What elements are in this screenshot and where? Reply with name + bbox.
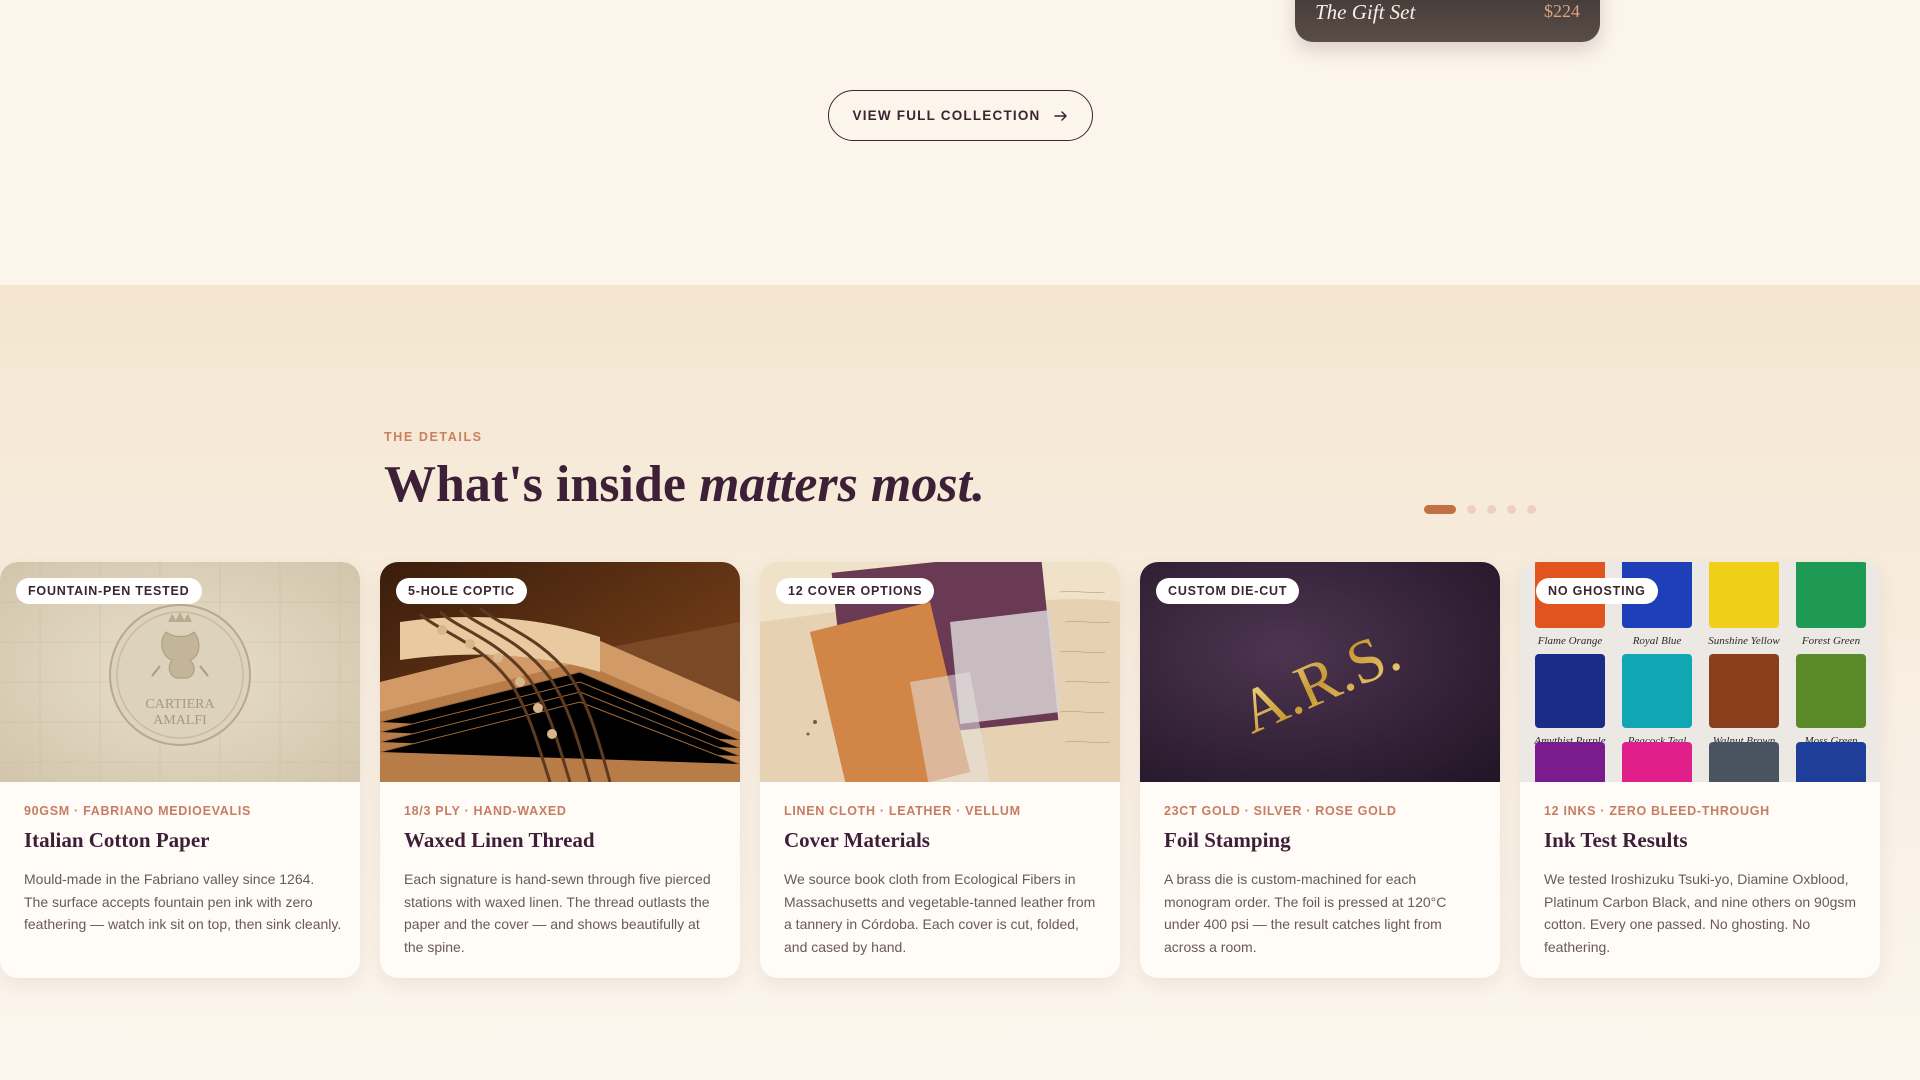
ink-swatch bbox=[1709, 562, 1779, 628]
heading-plain: What's inside bbox=[384, 456, 699, 513]
card-description: We source book cloth from Ecological Fib… bbox=[784, 871, 1096, 955]
card-description: Mould-made in the Fabriano valley since … bbox=[24, 871, 342, 932]
seal-text-line2: AMALFI bbox=[153, 713, 207, 728]
card-description: Each signature is hand-sewn through five… bbox=[404, 871, 711, 955]
gift-set-card[interactable]: The Gift Set $224 bbox=[1295, 0, 1600, 42]
ink-swatch-label: Royal Blue bbox=[1632, 635, 1682, 647]
card-meta: 90GSM · FABRIANO MEDIOEVALIS bbox=[24, 804, 252, 818]
arrow-right-icon bbox=[1053, 110, 1067, 121]
card-badge: 5-HOLE COPTIC bbox=[396, 578, 527, 604]
section-eyebrow: THE DETAILS bbox=[384, 430, 483, 444]
card-description: We tested Iroshizuku Tsuki-yo, Diamine O… bbox=[1544, 871, 1857, 955]
ink-swatch-label: Flame Orange bbox=[1537, 635, 1603, 647]
detail-card-ink[interactable]: Flame Orange Royal Blue Sunshine Yellow For… bbox=[1520, 562, 1880, 978]
ink-swatch-label: Forest Green bbox=[1801, 635, 1861, 647]
collection-section: The Gift Set $224 VIEW FULL COLLECTION bbox=[0, 0, 1920, 285]
detail-card-paper[interactable]: CARTIERA AMALFI FOUNTAIN-PEN TESTED 90GS… bbox=[0, 562, 360, 978]
card-title: Cover Materials bbox=[784, 828, 930, 852]
card-title: Italian Cotton Paper bbox=[24, 828, 210, 852]
detail-card-foil[interactable]: A.R.S. CUSTOM DIE-CUT 23CT GOLD · SILVER… bbox=[1140, 562, 1500, 978]
details-section: THE DETAILS What's inside matters most. bbox=[0, 285, 1920, 1080]
ink-swatch bbox=[1709, 742, 1779, 782]
card-meta: 23CT GOLD · SILVER · ROSE GOLD bbox=[1164, 804, 1397, 818]
ink-swatch bbox=[1796, 562, 1866, 628]
ink-swatch bbox=[1535, 654, 1605, 728]
card-title: Waxed Linen Thread bbox=[404, 828, 595, 852]
carousel-dot-1[interactable] bbox=[1424, 505, 1456, 514]
ink-swatch bbox=[1535, 742, 1605, 782]
card-meta: 12 INKS · ZERO BLEED-THROUGH bbox=[1544, 804, 1770, 818]
ink-swatch bbox=[1622, 742, 1692, 782]
detail-card-covers[interactable]: 12 COVER OPTIONS LINEN CLOTH · LEATHER ·… bbox=[760, 562, 1120, 978]
gift-set-price: $224 bbox=[1544, 1, 1580, 21]
card-meta: 18/3 PLY · HAND-WAXED bbox=[404, 804, 567, 818]
card-badge: 12 COVER OPTIONS bbox=[776, 578, 935, 604]
carousel-pagination bbox=[1424, 505, 1536, 514]
details-carousel: CARTIERA AMALFI FOUNTAIN-PEN TESTED 90GS… bbox=[0, 562, 1920, 982]
card-description: A brass die is custom-machined for each … bbox=[1164, 871, 1447, 955]
ink-swatch-label: Sunshine Yellow bbox=[1708, 635, 1780, 647]
gift-set-title: The Gift Set bbox=[1315, 0, 1416, 24]
carousel-dot-5[interactable] bbox=[1527, 505, 1536, 514]
heading-italic: matters most. bbox=[698, 456, 986, 513]
card-badge: NO GHOSTING bbox=[1536, 578, 1658, 604]
card-badge: CUSTOM DIE-CUT bbox=[1156, 578, 1300, 604]
ink-swatch bbox=[1622, 654, 1692, 728]
ink-swatch bbox=[1796, 742, 1866, 782]
ink-swatch bbox=[1796, 654, 1866, 728]
card-title: Ink Test Results bbox=[1544, 828, 1688, 852]
carousel-dot-4[interactable] bbox=[1507, 505, 1516, 514]
section-heading: What's inside matters most. bbox=[384, 455, 985, 514]
card-badge: FOUNTAIN-PEN TESTED bbox=[16, 578, 202, 604]
view-full-collection-label: VIEW FULL COLLECTION bbox=[852, 108, 1041, 123]
detail-card-thread[interactable]: 5-HOLE COPTIC 18/3 PLY · HAND-WAXED Waxe… bbox=[380, 562, 740, 978]
seal-text-line1: CARTIERA bbox=[145, 697, 215, 712]
ink-swatch bbox=[1709, 654, 1779, 728]
card-meta: LINEN CLOTH · LEATHER · VELLUM bbox=[784, 804, 1021, 818]
view-full-collection-button[interactable]: VIEW FULL COLLECTION bbox=[828, 90, 1093, 141]
carousel-dot-3[interactable] bbox=[1487, 505, 1496, 514]
carousel-dot-2[interactable] bbox=[1467, 505, 1476, 514]
card-title: Foil Stamping bbox=[1164, 828, 1291, 852]
